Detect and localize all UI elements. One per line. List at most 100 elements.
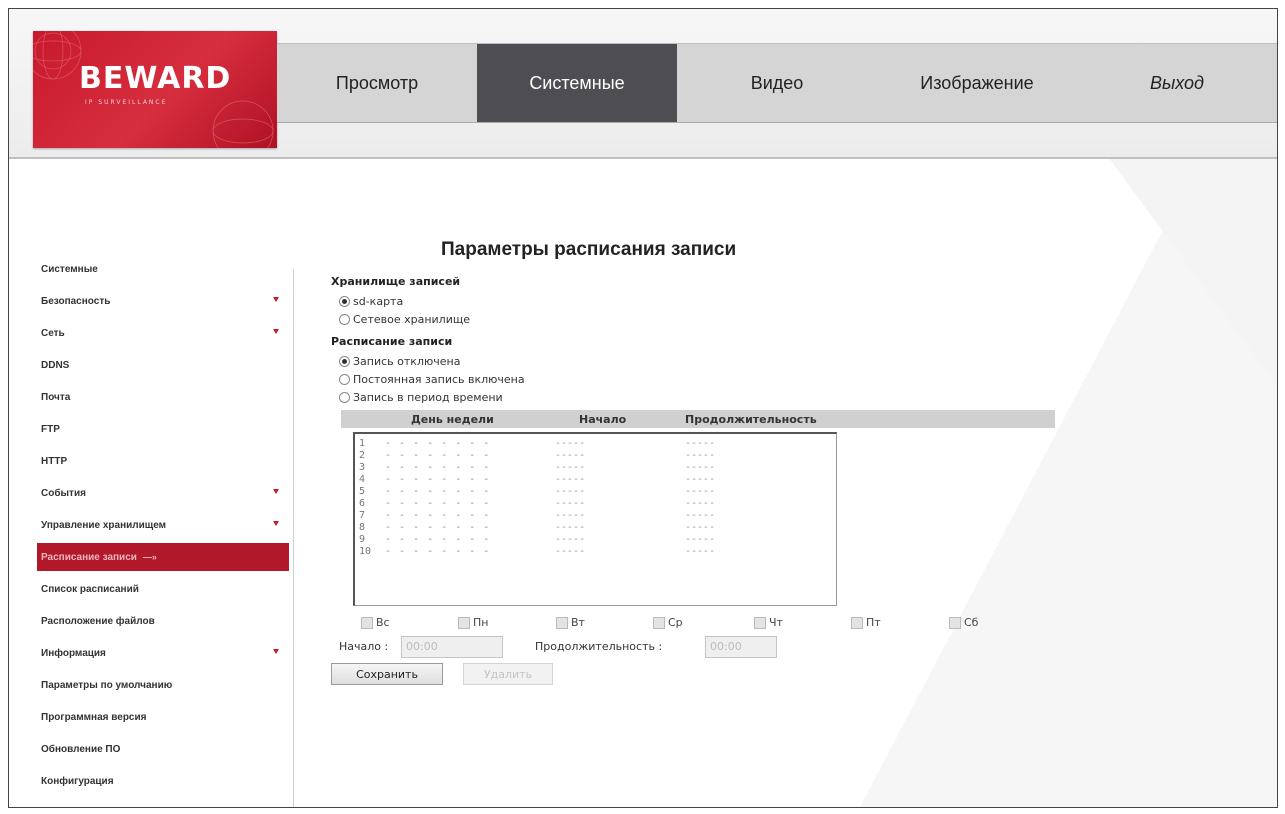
tab-video[interactable]: Видео: [677, 44, 877, 122]
schedule-listbox[interactable]: 1- - - - - - - - ----- ----- 2- - - - - - …: [353, 432, 837, 606]
list-item[interactable]: 10- - - - - - - - ----- -----: [355, 546, 836, 558]
start-label: Начало :: [339, 640, 389, 653]
tab-logout[interactable]: Выход: [1077, 44, 1277, 122]
expand-arrow-icon: [273, 521, 279, 526]
sidebar-item-security[interactable]: Безопасность: [37, 285, 289, 317]
column-day: День недели: [411, 412, 494, 426]
radio-unchecked-icon[interactable]: [339, 374, 350, 385]
sidebar-item-file-location[interactable]: Расположение файлов: [37, 605, 289, 637]
checkbox-monday[interactable]: Пн: [458, 616, 488, 629]
list-item[interactable]: 6- - - - - - - - ----- -----: [355, 498, 836, 510]
tab-view[interactable]: Просмотр: [277, 44, 477, 122]
checkbox-icon[interactable]: [458, 616, 470, 629]
list-item[interactable]: 8- - - - - - - - ----- -----: [355, 522, 836, 534]
sidebar-item-schedule-list[interactable]: Список расписаний: [37, 573, 289, 605]
checkbox-icon[interactable]: [949, 616, 961, 629]
schedule-heading: Расписание записи: [331, 335, 453, 348]
checkbox-saturday[interactable]: Сб: [949, 616, 978, 629]
radio-unchecked-icon[interactable]: [339, 314, 350, 325]
radio-unchecked-icon[interactable]: [339, 392, 350, 403]
checkbox-tuesday[interactable]: Вт: [556, 616, 585, 629]
top-nav: Просмотр Системные Видео Изображение Вых…: [277, 43, 1277, 123]
radio-label: Постоянная запись включена: [353, 373, 525, 386]
sidebar-item-system[interactable]: Системные: [37, 253, 289, 285]
checkbox-friday[interactable]: Пт: [851, 616, 881, 629]
list-item[interactable]: 7- - - - - - - - ----- -----: [355, 510, 836, 522]
sidebar: Системные Безопасность Сеть DDNS Почта F…: [37, 253, 289, 797]
app-frame: BEWARD IP SURVEILLANCE Просмотр Системны…: [8, 8, 1278, 808]
sidebar-item-label: Конфигурация: [41, 775, 114, 787]
radio-checked-icon[interactable]: [339, 296, 350, 307]
tab-image[interactable]: Изображение: [877, 44, 1077, 122]
save-button[interactable]: Сохранить: [331, 663, 443, 685]
checkbox-icon[interactable]: [653, 616, 665, 629]
radio-label: Сетевое хранилище: [353, 313, 470, 326]
sidebar-item-events[interactable]: События: [37, 477, 289, 509]
duration-label: Продолжительность :: [535, 640, 663, 653]
sidebar-item-label: Параметры по умолчанию: [41, 679, 173, 691]
start-time-input[interactable]: 00:00: [401, 636, 503, 658]
sidebar-item-label: Список расписаний: [41, 583, 139, 595]
storage-heading: Хранилище записей: [331, 275, 461, 288]
brand-name: BEWARD: [79, 61, 232, 96]
radio-record-off[interactable]: Запись отключена: [339, 355, 460, 368]
duration-input[interactable]: 00:00: [705, 636, 777, 658]
sidebar-item-defaults[interactable]: Параметры по умолчанию: [37, 669, 289, 701]
sidebar-item-ddns[interactable]: DDNS: [37, 349, 289, 381]
checkbox-icon[interactable]: [361, 616, 373, 629]
list-item[interactable]: 5- - - - - - - - ----- -----: [355, 486, 836, 498]
sidebar-item-label: Безопасность: [41, 295, 111, 307]
brand-subtitle: IP SURVEILLANCE: [85, 99, 168, 106]
list-item[interactable]: 9- - - - - - - - ----- -----: [355, 534, 836, 546]
radio-record-continuous[interactable]: Постоянная запись включена: [339, 373, 525, 386]
checkbox-wednesday[interactable]: Ср: [653, 616, 683, 629]
sidebar-item-label: FTP: [41, 423, 60, 435]
sidebar-item-ftp[interactable]: FTP: [37, 413, 289, 445]
checkbox-icon[interactable]: [754, 616, 766, 629]
header: BEWARD IP SURVEILLANCE Просмотр Системны…: [9, 9, 1277, 159]
sidebar-item-label: HTTP: [41, 455, 68, 467]
sidebar-item-label: События: [41, 487, 86, 499]
sidebar-item-label: Сеть: [41, 327, 65, 339]
checkbox-thursday[interactable]: Чт: [754, 616, 783, 629]
page-title: Параметры расписания записи: [441, 239, 737, 260]
radio-sd-card[interactable]: sd-карта: [339, 295, 403, 308]
radio-label: Запись в период времени: [353, 391, 503, 404]
expand-arrow-icon: [273, 297, 279, 302]
logo[interactable]: BEWARD IP SURVEILLANCE: [33, 31, 277, 148]
list-item[interactable]: 2- - - - - - - - ----- -----: [355, 450, 836, 462]
radio-checked-icon[interactable]: [339, 356, 350, 367]
sidebar-item-network[interactable]: Сеть: [37, 317, 289, 349]
radio-label: sd-карта: [353, 295, 404, 308]
sidebar-item-label: Управление хранилищем: [41, 519, 167, 531]
sidebar-item-mail[interactable]: Почта: [37, 381, 289, 413]
list-item[interactable]: 4- - - - - - - - ----- -----: [355, 474, 836, 486]
weekday-checkboxes: Вс Пн Вт Ср Чт Пт Сб: [361, 616, 1041, 632]
sidebar-item-config[interactable]: Конфигурация: [37, 765, 289, 797]
list-item[interactable]: 3- - - - - - - - ----- -----: [355, 462, 836, 474]
sidebar-item-firmware-version[interactable]: Программная версия: [37, 701, 289, 733]
sidebar-divider: [293, 269, 294, 807]
expand-arrow-icon: [273, 329, 279, 334]
sidebar-item-label: Расположение файлов: [41, 615, 155, 627]
sidebar-item-label: Информация: [41, 647, 106, 659]
expand-arrow-icon: [273, 649, 279, 654]
expand-arrow-icon: [273, 489, 279, 494]
radio-network-storage[interactable]: Сетевое хранилище: [339, 313, 470, 326]
sidebar-item-label: DDNS: [41, 359, 70, 371]
sidebar-item-storage[interactable]: Управление хранилищем: [37, 509, 289, 541]
tab-system[interactable]: Системные: [477, 44, 677, 122]
checkbox-sunday[interactable]: Вс: [361, 616, 390, 629]
sidebar-item-firmware-update[interactable]: Обновление ПО: [37, 733, 289, 765]
checkbox-icon[interactable]: [556, 616, 568, 629]
radio-label: Запись отключена: [353, 355, 461, 368]
radio-record-period[interactable]: Запись в период времени: [339, 391, 503, 404]
checkbox-icon[interactable]: [851, 616, 863, 629]
list-item[interactable]: 1- - - - - - - - ----- -----: [355, 438, 836, 450]
sidebar-item-http[interactable]: HTTP: [37, 445, 289, 477]
column-duration: Продолжительность: [685, 412, 817, 426]
delete-button[interactable]: Удалить: [463, 663, 553, 685]
schedule-table-header: День недели Начало Продолжительность: [341, 410, 1055, 428]
sidebar-item-info[interactable]: Информация: [37, 637, 289, 669]
sidebar-item-record-schedule[interactable]: Расписание записи —»: [37, 543, 289, 571]
